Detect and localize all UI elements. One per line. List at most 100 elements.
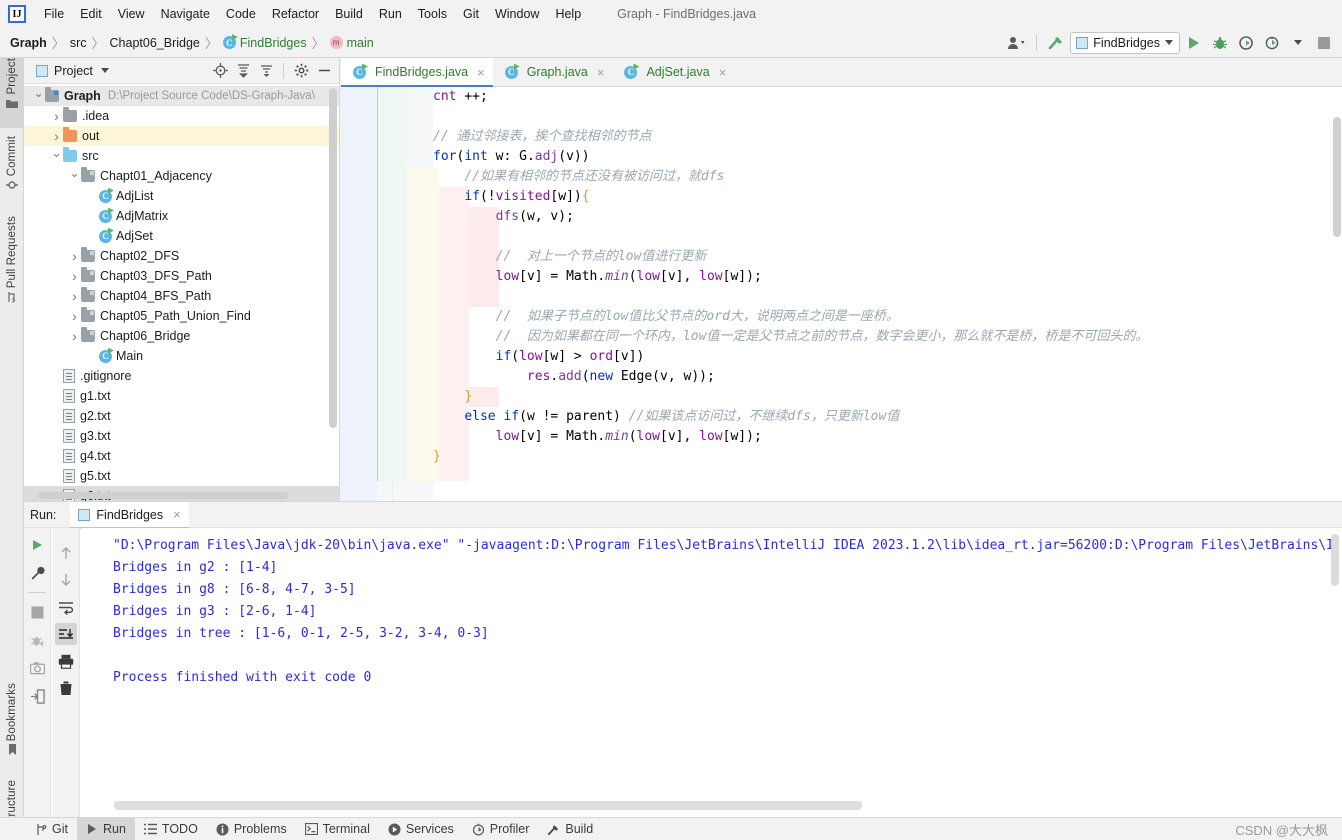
status-item-problems[interactable]: Problems xyxy=(207,818,296,840)
scroll-down-button[interactable] xyxy=(55,569,77,591)
scroll-to-end-button[interactable] xyxy=(54,623,77,645)
tree-node-chapt05-path-union-find[interactable]: Chapt05_Path_Union_Find xyxy=(24,306,339,326)
tree-node-g2-txt[interactable]: g2.txt xyxy=(24,406,339,426)
menu-refactor[interactable]: Refactor xyxy=(264,4,327,24)
close-icon[interactable]: × xyxy=(173,507,181,522)
menu-edit[interactable]: Edit xyxy=(72,4,110,24)
status-item-services[interactable]: Services xyxy=(379,818,463,840)
code-line[interactable]: else if(w != parent) //如果该点访问过，不继续dfs，只更… xyxy=(433,407,1342,427)
tree-node-adjset[interactable]: C AdjSet xyxy=(24,226,339,246)
status-item-git[interactable]: Git xyxy=(26,818,77,840)
tree-node--idea[interactable]: .idea xyxy=(24,106,339,126)
project-tree-scrollbar-vertical[interactable] xyxy=(329,88,337,428)
close-icon[interactable]: × xyxy=(719,65,727,80)
status-item-todo[interactable]: TODO xyxy=(135,818,207,840)
run-with-coverage-button[interactable] xyxy=(1234,32,1258,54)
code-line[interactable] xyxy=(433,287,1342,307)
menu-navigate[interactable]: Navigate xyxy=(153,4,218,24)
code-line[interactable]: low[v] = Math.min(low[v], low[w]); xyxy=(433,427,1342,447)
sidebar-item-bookmarks[interactable]: Bookmarks xyxy=(0,683,24,771)
tree-node-out[interactable]: out xyxy=(24,126,339,146)
code-line[interactable] xyxy=(433,227,1342,247)
sidebar-item-pull-requests[interactable]: Pull Requests xyxy=(0,216,24,326)
tree-node--gitignore[interactable]: .gitignore xyxy=(24,366,339,386)
code-line[interactable]: if(low[w] > ord[v]) xyxy=(433,347,1342,367)
status-item-build[interactable]: Build xyxy=(538,818,602,840)
tree-node-g3-txt[interactable]: g3.txt xyxy=(24,426,339,446)
debug-rerun-button[interactable] xyxy=(26,629,48,651)
run-configuration-selector[interactable]: FindBridges xyxy=(1070,31,1180,54)
project-tree-scrollbar-horizontal[interactable] xyxy=(38,492,288,499)
stop-button[interactable] xyxy=(1312,32,1336,54)
menu-file[interactable]: File xyxy=(36,4,72,24)
chevron-right-icon[interactable] xyxy=(68,308,81,324)
tree-node-chapt01-adjacency[interactable]: Chapt01_Adjacency xyxy=(24,166,339,186)
chevron-right-icon[interactable] xyxy=(68,328,81,344)
run-console-output[interactable]: "D:\Program Files\Java\jdk-20\bin\java.e… xyxy=(81,528,1342,817)
tree-node-g4-txt[interactable]: g4.txt xyxy=(24,446,339,466)
console-scrollbar-vertical[interactable] xyxy=(1331,534,1339,586)
soft-wrap-button[interactable] xyxy=(55,596,77,618)
breadcrumb-chapt06-bridge[interactable]: Chapt06_Bridge xyxy=(110,36,200,50)
tree-node-g5-txt[interactable]: g5.txt xyxy=(24,466,339,486)
menu-code[interactable]: Code xyxy=(218,4,264,24)
stop-button[interactable] xyxy=(26,601,48,623)
menu-help[interactable]: Help xyxy=(547,4,589,24)
tree-node-chapt03-dfs-path[interactable]: Chapt03_DFS_Path xyxy=(24,266,339,286)
chevron-down-icon[interactable] xyxy=(68,169,81,183)
status-item-run[interactable]: Run xyxy=(76,817,135,840)
chevron-right-icon[interactable] xyxy=(50,128,63,144)
code-line[interactable]: res.add(new Edge(v, w)); xyxy=(433,367,1342,387)
code-line[interactable]: if(!visited[w]){ xyxy=(433,187,1342,207)
editor-scrollbar-vertical[interactable] xyxy=(1333,117,1341,237)
code-editor[interactable]: 43444546474849505152535455565758596061 c… xyxy=(341,87,1342,501)
camera-button[interactable] xyxy=(26,657,48,679)
menu-git[interactable]: Git xyxy=(455,4,487,24)
chevron-down-icon[interactable] xyxy=(50,149,63,163)
close-icon[interactable]: × xyxy=(597,65,605,80)
menu-window[interactable]: Window xyxy=(487,4,547,24)
debug-button[interactable] xyxy=(1208,32,1232,54)
console-scrollbar-horizontal[interactable] xyxy=(114,801,862,810)
print-button[interactable] xyxy=(55,650,77,672)
code-line[interactable]: //如果有相邻的节点还没有被访问过，就dfs xyxy=(433,167,1342,187)
chevron-right-icon[interactable] xyxy=(50,108,63,124)
code-line[interactable] xyxy=(433,107,1342,127)
menu-build[interactable]: Build xyxy=(327,4,371,24)
gear-icon[interactable] xyxy=(290,60,312,82)
code-line[interactable]: // 如果子节点的low值比父节点的ord大，说明两点之间是一座桥。 xyxy=(433,307,1342,327)
account-icon[interactable] xyxy=(1005,32,1029,54)
code-line[interactable]: // 因为如果都在同一个环内，low值一定是父节点之前的节点，数字会更小，那么就… xyxy=(433,327,1342,347)
status-item-terminal[interactable]: Terminal xyxy=(296,818,379,840)
code-lines[interactable]: cnt ++; // 通过邻接表，挨个查找相邻的节点 for(int w: G.a… xyxy=(433,87,1342,501)
breadcrumb-src[interactable]: src xyxy=(70,36,87,50)
menu-view[interactable]: View xyxy=(110,4,153,24)
tab-adjset-java[interactable]: C AdjSet.java × xyxy=(612,58,734,86)
tree-node-adjlist[interactable]: C AdjList xyxy=(24,186,339,206)
settings-wrench-button[interactable] xyxy=(26,562,48,584)
code-line[interactable]: } xyxy=(433,387,1342,407)
scroll-up-button[interactable] xyxy=(55,542,77,564)
code-line[interactable]: low[v] = Math.min(low[v], low[w]); xyxy=(433,267,1342,287)
locate-icon[interactable] xyxy=(209,60,231,82)
menu-run[interactable]: Run xyxy=(371,4,410,24)
code-line[interactable]: for(int w: G.adj(v)) xyxy=(433,147,1342,167)
tree-node-chapt04-bfs-path[interactable]: Chapt04_BFS_Path xyxy=(24,286,339,306)
run-tab-findbridges[interactable]: FindBridges × xyxy=(70,501,190,529)
menu-tools[interactable]: Tools xyxy=(410,4,455,24)
hide-panel-icon[interactable] xyxy=(313,60,335,82)
sidebar-item-project[interactable]: Project xyxy=(0,58,24,128)
profiler-button[interactable] xyxy=(1260,32,1284,54)
project-tree[interactable]: Graph D:\Project Source Code\DS-Graph-Jav… xyxy=(24,84,339,501)
breadcrumb-graph[interactable]: Graph xyxy=(10,36,47,50)
code-line[interactable]: } xyxy=(433,447,1342,467)
chevron-right-icon[interactable] xyxy=(68,248,81,264)
breadcrumb-findbridges[interactable]: C FindBridges xyxy=(222,36,307,50)
tree-node-graph[interactable]: Graph D:\Project Source Code\DS-Graph-Jav… xyxy=(24,86,339,106)
collapse-all-icon[interactable] xyxy=(255,60,277,82)
tree-node-chapt02-dfs[interactable]: Chapt02_DFS xyxy=(24,246,339,266)
code-line[interactable]: dfs(w, v); xyxy=(433,207,1342,227)
rerun-button[interactable] xyxy=(26,534,48,556)
code-line[interactable]: // 通过邻接表，挨个查找相邻的节点 xyxy=(433,127,1342,147)
tree-node-g1-txt[interactable]: g1.txt xyxy=(24,386,339,406)
